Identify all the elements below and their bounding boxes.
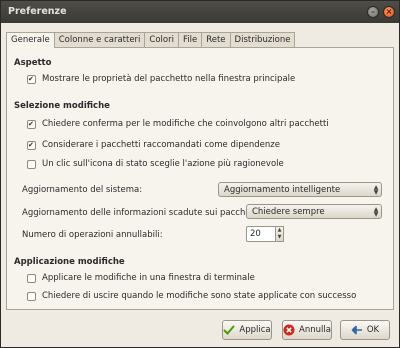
tab-rete[interactable]: Rete: [201, 32, 231, 47]
checkbox-row-status-icon-click[interactable]: Un clic sull'icona di stato sceglie l'az…: [27, 159, 284, 169]
checkbox-row-recommended-deps[interactable]: Considerare i pacchetti raccomandati com…: [27, 140, 280, 150]
checkbox-label: Un clic sull'icona di stato sceglie l'az…: [42, 159, 284, 169]
minimize-button[interactable]: –: [367, 6, 379, 18]
outdated-info-label: Aggiornamento delle informazioni scadute…: [22, 208, 263, 218]
checkbox-row-terminal-window[interactable]: Applicare le modifiche in una finestra d…: [27, 273, 255, 283]
ok-button[interactable]: OK: [340, 320, 390, 340]
spin-arrows-icon: ▲ ▼: [373, 183, 379, 196]
checkbox-label: Considerare i pacchetti raccomandati com…: [42, 140, 280, 150]
spin-arrows-icon[interactable]: ▲ ▼: [276, 226, 284, 242]
outdated-info-select[interactable]: Chiedere sempre ▲ ▼: [246, 204, 382, 219]
checkbox-label: Chiedere conferma per le modifiche che c…: [42, 119, 329, 129]
tab-distribuzione[interactable]: Distribuzione: [229, 32, 296, 47]
checkbox[interactable]: [27, 74, 36, 84]
undo-count-input[interactable]: 20: [246, 226, 276, 242]
checkbox[interactable]: [27, 119, 36, 129]
checkbox[interactable]: [27, 291, 36, 301]
cancel-icon: [283, 324, 295, 336]
outdated-info-value: Chiedere sempre: [252, 206, 325, 217]
checkbox[interactable]: [27, 273, 36, 283]
checkbox-row-confirm-changes[interactable]: Chiedere conferma per le modifiche che c…: [27, 119, 329, 129]
general-panel: Aspetto Mostrare le proprietà del pacche…: [6, 47, 394, 310]
checkbox[interactable]: [27, 140, 36, 150]
apply-button[interactable]: Applica: [222, 320, 272, 340]
system-upgrade-label: Aggiornamento del sistema:: [22, 185, 143, 195]
checkbox-label: Chiedere di uscire quando le modifiche s…: [42, 291, 357, 301]
tab-colori[interactable]: Colori: [144, 32, 179, 47]
undo-count-label: Numero di operazioni annullabili:: [22, 230, 163, 240]
apply-label: Applica: [239, 325, 271, 335]
close-button[interactable]: ×: [383, 6, 395, 18]
undo-count-spinner[interactable]: 20 ▲ ▼: [246, 226, 284, 242]
back-arrow-icon: [351, 325, 362, 335]
ok-label: OK: [366, 325, 380, 335]
spin-arrows-icon: ▲ ▼: [373, 205, 379, 218]
tab-file[interactable]: File: [177, 32, 203, 47]
checkbox-label: Mostrare le proprietà del pacchetto nell…: [42, 74, 296, 84]
checkbox-row-ask-quit[interactable]: Chiedere di uscire quando le modifiche s…: [27, 291, 356, 301]
checkbox[interactable]: [27, 159, 36, 169]
system-upgrade-value: Aggiornamento intelligente: [224, 184, 341, 195]
section-heading-applicazione: Applicazione modifiche: [14, 257, 125, 267]
tab-bar: Generale Colonne e caratteri Colori File…: [6, 32, 296, 48]
checkbox-label: Applicare le modifiche in una finestra d…: [42, 273, 255, 283]
preferences-window: Preferenze – × Generale Colonne e caratt…: [0, 0, 400, 348]
checkbox-row-show-properties[interactable]: Mostrare le proprietà del pacchetto nell…: [27, 74, 295, 84]
cancel-label: Annulla: [299, 325, 331, 335]
tab-colonne-e-caratteri[interactable]: Colonne e caratteri: [53, 32, 146, 47]
title-bar[interactable]: Preferenze – ×: [1, 1, 399, 23]
window-title: Preferenze: [8, 6, 67, 17]
cancel-button[interactable]: Annulla: [282, 320, 332, 340]
section-heading-aspetto: Aspetto: [14, 58, 52, 68]
system-upgrade-select[interactable]: Aggiornamento intelligente ▲ ▼: [218, 182, 382, 197]
checkmark-icon: [223, 325, 235, 335]
tab-generale[interactable]: Generale: [6, 32, 55, 48]
section-heading-selezione: Selezione modifiche: [14, 101, 110, 111]
